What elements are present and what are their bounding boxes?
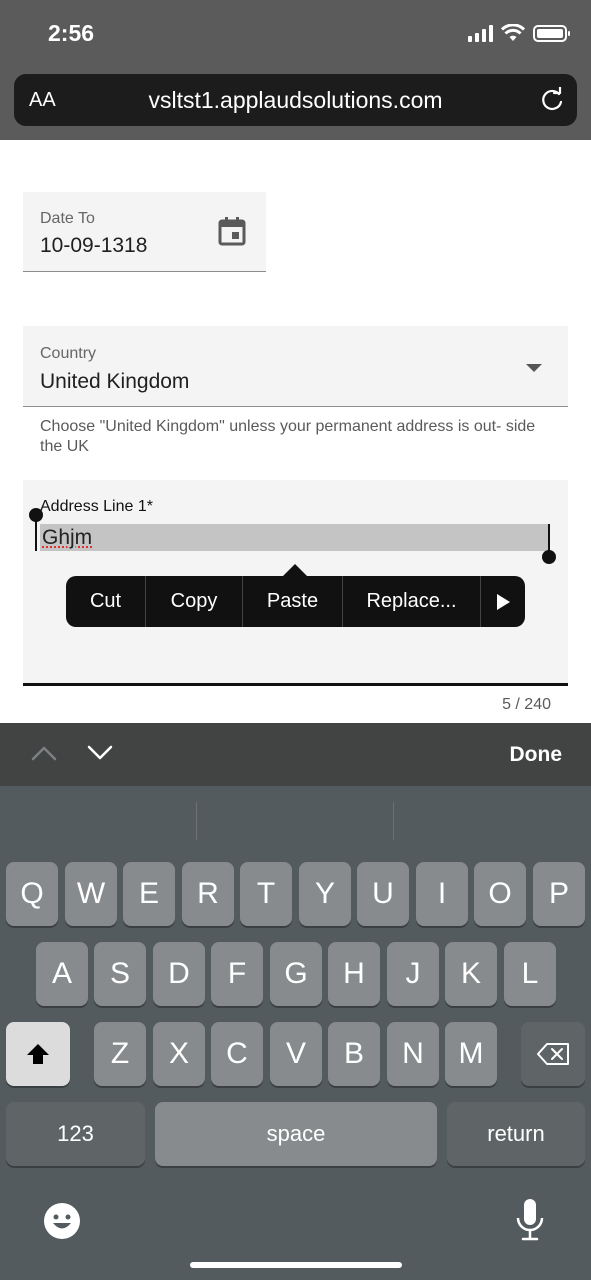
- space-key[interactable]: space: [155, 1102, 437, 1166]
- keyboard-accessory-bar: Done: [0, 723, 591, 786]
- key-r[interactable]: R: [182, 862, 234, 926]
- key-n[interactable]: N: [387, 1022, 439, 1086]
- return-key[interactable]: return: [447, 1102, 585, 1166]
- key-z[interactable]: Z: [94, 1022, 146, 1086]
- done-button[interactable]: Done: [510, 743, 563, 767]
- date-to-value[interactable]: 10-09-1318: [40, 234, 147, 258]
- wifi-icon: [501, 24, 525, 41]
- country-label: Country: [40, 345, 97, 362]
- key-h[interactable]: H: [328, 942, 380, 1006]
- url-text[interactable]: vsltst1.applaudsolutions.com: [14, 87, 577, 114]
- key-l[interactable]: L: [504, 942, 556, 1006]
- date-to-field[interactable]: Date To 10-09-1318: [23, 192, 266, 272]
- suggestion-divider: [196, 802, 197, 840]
- reload-icon[interactable]: [539, 87, 565, 113]
- key-t[interactable]: T: [240, 862, 292, 926]
- key-a[interactable]: A: [36, 942, 88, 1006]
- browser-chrome: 2:56 AA vsltst1.applaudsolutions.com: [0, 0, 591, 140]
- home-indicator: [190, 1262, 402, 1268]
- country-select[interactable]: Country United Kingdom: [23, 326, 568, 407]
- microphone-icon[interactable]: [515, 1198, 545, 1242]
- key-e[interactable]: E: [123, 862, 175, 926]
- backspace-icon: [537, 1043, 569, 1065]
- key-v[interactable]: V: [270, 1022, 322, 1086]
- key-j[interactable]: J: [387, 942, 439, 1006]
- copy-button[interactable]: Copy: [146, 576, 243, 627]
- key-k[interactable]: K: [445, 942, 497, 1006]
- key-c[interactable]: C: [211, 1022, 263, 1086]
- selection-start-handle[interactable]: [29, 508, 43, 551]
- selection-end-handle[interactable]: [542, 524, 556, 564]
- date-to-label: Date To: [40, 210, 95, 227]
- shift-key[interactable]: [6, 1022, 70, 1086]
- shift-icon: [27, 1044, 49, 1064]
- character-counter: 5 / 240: [502, 696, 551, 713]
- calendar-icon[interactable]: [218, 216, 246, 246]
- play-arrow-icon: [496, 593, 510, 610]
- key-u[interactable]: U: [357, 862, 409, 926]
- replace-button[interactable]: Replace...: [343, 576, 481, 627]
- battery-icon: [533, 25, 570, 42]
- text-edit-context-menu: Cut Copy Paste Replace...: [66, 564, 525, 627]
- address-line-1-value: Ghjm: [42, 526, 93, 549]
- key-i[interactable]: I: [416, 862, 468, 926]
- status-icons: [468, 24, 570, 42]
- key-b[interactable]: B: [328, 1022, 380, 1086]
- key-x[interactable]: X: [153, 1022, 205, 1086]
- key-q[interactable]: Q: [6, 862, 58, 926]
- key-f[interactable]: F: [211, 942, 263, 1006]
- address-line-1-label: Address Line 1*: [40, 498, 153, 515]
- paste-button[interactable]: Paste: [243, 576, 343, 627]
- cellular-signal-icon: [468, 24, 493, 42]
- key-s[interactable]: S: [94, 942, 146, 1006]
- country-helper-text: Choose "United Kingdom" unless your perm…: [40, 418, 536, 455]
- key-o[interactable]: O: [474, 862, 526, 926]
- keyboard: Q W E R T Y U I O P A S D F G H J K L Z …: [0, 786, 591, 1280]
- chevron-down-icon[interactable]: [526, 364, 542, 372]
- address-line-1-input[interactable]: Ghjm: [40, 524, 550, 551]
- country-value[interactable]: United Kingdom: [40, 370, 189, 394]
- status-time: 2:56: [48, 20, 95, 46]
- key-y[interactable]: Y: [299, 862, 351, 926]
- key-d[interactable]: D: [153, 942, 205, 1006]
- backspace-key[interactable]: [521, 1022, 585, 1086]
- numbers-key[interactable]: 123: [6, 1102, 145, 1166]
- key-g[interactable]: G: [270, 942, 322, 1006]
- cut-button[interactable]: Cut: [66, 576, 146, 627]
- key-w[interactable]: W: [65, 862, 117, 926]
- suggestion-divider: [393, 802, 394, 840]
- more-options-button[interactable]: [481, 576, 525, 627]
- emoji-icon[interactable]: [43, 1202, 81, 1240]
- chevron-up-icon[interactable]: [31, 743, 57, 763]
- address-bar[interactable]: AA vsltst1.applaudsolutions.com: [14, 74, 577, 126]
- key-m[interactable]: M: [445, 1022, 497, 1086]
- key-p[interactable]: P: [533, 862, 585, 926]
- chevron-down-icon[interactable]: [87, 743, 113, 763]
